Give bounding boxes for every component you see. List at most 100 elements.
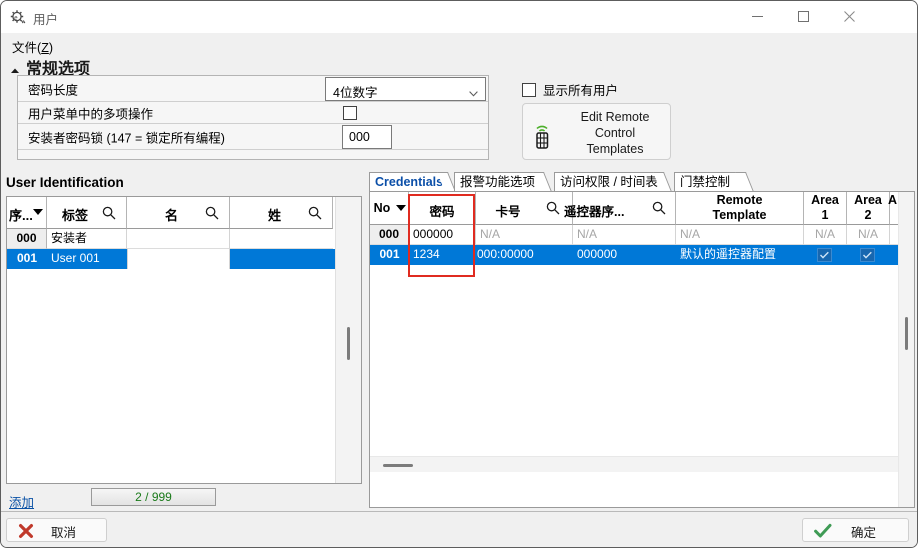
credentials-vertical-scrollbar[interactable] <box>898 192 914 507</box>
cr-cell-area1[interactable] <box>804 245 847 265</box>
search-icon[interactable] <box>652 201 666 218</box>
scrollbar-thumb[interactable] <box>347 327 350 360</box>
edit-remote-control-templates-button[interactable]: Edit Remote Control Templates <box>522 103 671 160</box>
cr-cell-card[interactable]: N/A <box>476 225 573 245</box>
show-all-users-checkbox[interactable] <box>522 82 536 97</box>
cr-column-header-area1[interactable]: Area 1 <box>804 192 847 225</box>
ui-col-lastname-label: 姓 <box>268 208 282 223</box>
cr-cell-no: 001 <box>379 247 400 261</box>
scrollbar-thumb[interactable] <box>383 464 413 467</box>
search-icon[interactable] <box>546 201 560 218</box>
close-button[interactable] <box>826 1 872 32</box>
maximize-button[interactable] <box>780 1 826 32</box>
cr-column-header-remote-serial[interactable]: 遥控器序... <box>564 192 676 225</box>
remote-label-line3: Templates <box>586 142 644 156</box>
user-identification-table: 序... 标签 名 姓 000 安装者 001 User 001 <box>6 196 362 484</box>
add-user-link[interactable]: 添加 <box>9 492 34 511</box>
installer-lock-input[interactable]: 000 <box>342 125 392 149</box>
ui-col-firstname-label: 名 <box>165 208 179 223</box>
title-bar: e 用户 <box>1 1 917 34</box>
menu-item-file[interactable]: 文件(Z) <box>9 36 56 57</box>
edit-remote-templates-label: Edit Remote Control Templates <box>563 109 667 157</box>
sort-desc-icon <box>33 209 43 215</box>
remote-control-icon <box>534 120 560 150</box>
sort-desc-icon <box>396 205 406 211</box>
cr-col-area2-line2: 2 <box>864 208 872 222</box>
ui-column-header-firstname[interactable]: 名 <box>127 197 230 229</box>
menu-bar: 文件(Z) <box>1 33 917 57</box>
credentials-horizontal-scrollbar[interactable] <box>370 456 898 472</box>
user-identification-heading: User Identification <box>6 175 124 190</box>
cr-col-area2-line1: Area <box>854 193 882 207</box>
option-row-installer-lock: 安装者密码锁 (147 = 锁定所有编程) 000 <box>18 124 488 150</box>
tab-door-control-label: 门禁控制 <box>674 172 744 192</box>
cr-column-header-area2[interactable]: Area 2 <box>847 192 890 225</box>
password-length-label: 密码长度 <box>28 83 79 97</box>
remote-label-line1: Edit Remote <box>580 110 650 124</box>
ui-cell-no: 001 <box>7 249 47 269</box>
table-row[interactable]: 000 安装者 <box>7 229 361 249</box>
installer-lock-value: 000 <box>349 130 370 144</box>
cr-col-card-label: 卡号 <box>495 205 521 219</box>
option-row-spacer <box>18 150 488 159</box>
cr-cell-area1[interactable]: N/A <box>804 225 847 245</box>
user-dialog-window: e 用户 文件(Z) 常规选项 密码长度 4位数字 用户菜单中的多项操作 安装者… <box>0 0 918 548</box>
cr-col-area1-line1: Area <box>811 193 839 207</box>
tab-strip: Credentials 报警功能选项 访问权限 / 时间表 门禁控制 <box>369 172 915 192</box>
cr-col-remote-template-line1: Remote <box>716 193 763 207</box>
gear-user-icon: e <box>10 9 27 26</box>
multi-action-checkbox[interactable] <box>343 106 357 120</box>
show-all-users-label: 显示所有用户 <box>543 84 619 98</box>
cr-column-header-remote-template[interactable]: Remote Template <box>676 192 804 225</box>
chevron-down-icon <box>469 86 478 97</box>
ui-cell-label[interactable]: 安装者 <box>47 229 127 249</box>
search-icon[interactable] <box>102 206 116 223</box>
cr-cell-password[interactable]: 000000 <box>409 225 476 245</box>
cancel-button-label: 取消 <box>51 526 77 540</box>
scrollbar-thumb[interactable] <box>905 317 908 350</box>
minimize-button[interactable] <box>734 1 780 32</box>
checkbox-checked-icon[interactable] <box>817 248 832 262</box>
cr-cell-remote-template[interactable]: N/A <box>676 225 804 245</box>
ui-cell-lastname[interactable] <box>230 229 333 249</box>
ui-cell-firstname[interactable] <box>127 229 230 249</box>
option-row-password-length: 密码长度 4位数字 <box>18 76 488 102</box>
ui-col-no-label: 序... <box>9 208 33 223</box>
ui-column-header-no[interactable]: 序... <box>7 197 47 229</box>
cr-cell-password[interactable]: 1234 <box>409 245 476 265</box>
show-all-users-row[interactable]: 显示所有用户 <box>522 80 618 99</box>
search-icon[interactable] <box>205 206 219 223</box>
general-options-table: 密码长度 4位数字 用户菜单中的多项操作 安装者密码锁 (147 = 锁定所有编… <box>17 75 489 160</box>
cr-cell-no: 000 <box>370 225 409 245</box>
tab-credentials-label: Credentials <box>369 172 446 192</box>
cr-column-header-no[interactable]: No <box>370 192 409 225</box>
cr-cell-remote-serial[interactable]: N/A <box>573 225 676 245</box>
table-row[interactable]: 001 1234 000:00000 000000 默认的遥控器配置 <box>370 245 899 265</box>
ui-cell-firstname[interactable] <box>127 249 230 269</box>
ui-column-header-lastname[interactable]: 姓 <box>230 197 333 229</box>
cr-col-remote-serial-label: 遥控器序... <box>564 205 625 219</box>
cr-cell-area2[interactable] <box>847 245 890 265</box>
option-row-multi-action: 用户菜单中的多项操作 <box>18 102 488 124</box>
red-x-icon <box>18 523 34 542</box>
cr-cell-card[interactable]: 000:00000 <box>476 245 573 265</box>
cr-cell-area2[interactable]: N/A <box>847 225 890 245</box>
cr-col-remote-template-line2: Template <box>712 208 767 222</box>
cr-cell-remote-serial[interactable]: 000000 <box>573 245 676 265</box>
user-table-vertical-scrollbar[interactable] <box>335 197 361 483</box>
ui-cell-lastname[interactable] <box>230 249 333 269</box>
ui-cell-label[interactable]: User 001 <box>47 249 127 269</box>
password-length-select[interactable]: 4位数字 <box>325 77 486 101</box>
ok-button[interactable]: 确定 <box>802 518 909 542</box>
table-row[interactable]: 000 000000 N/A N/A N/A N/A N/A <box>370 225 899 245</box>
checkbox-checked-icon[interactable] <box>860 248 875 262</box>
tab-access-schedule-label: 访问权限 / 时间表 <box>554 172 662 192</box>
search-icon[interactable] <box>308 206 322 223</box>
cancel-button[interactable]: 取消 <box>6 518 107 542</box>
menu-file-mnemonic: Z <box>41 41 49 55</box>
ui-column-header-label[interactable]: 标签 <box>47 197 127 229</box>
cr-cell-remote-template[interactable]: 默认的遥控器配置 <box>676 245 804 265</box>
table-row[interactable]: 001 User 001 <box>7 249 361 269</box>
cr-col-area3-label: A <box>888 193 898 207</box>
window-title: 用户 <box>33 13 59 27</box>
